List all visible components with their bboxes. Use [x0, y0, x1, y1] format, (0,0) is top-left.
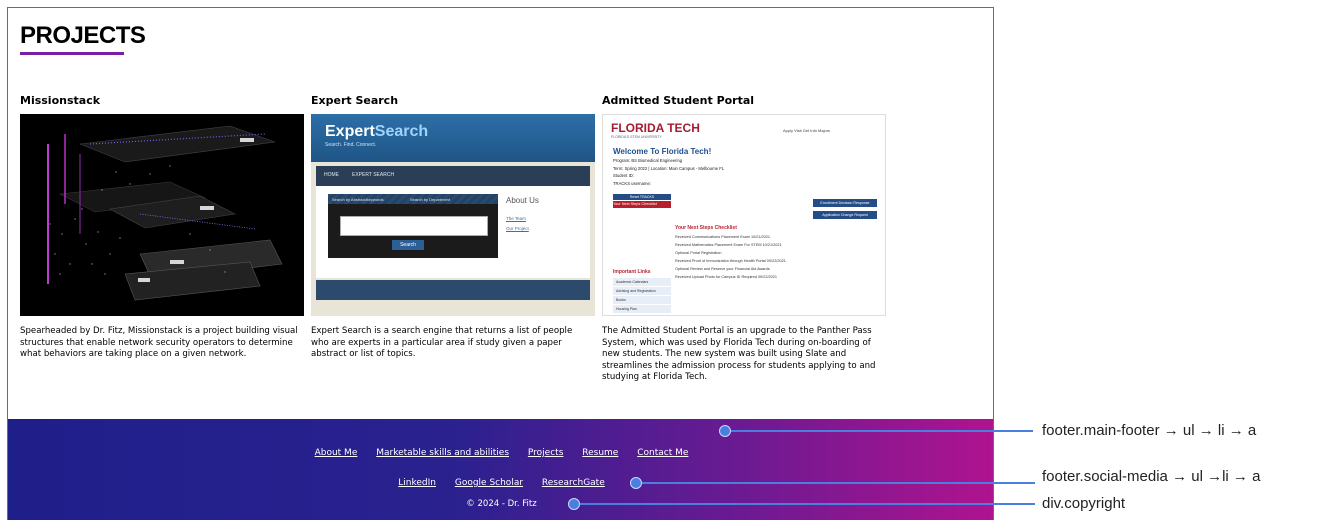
social-nav-item: ResearchGate — [542, 478, 605, 488]
missionstack-visualization — [20, 114, 304, 316]
search-button: Search — [392, 240, 424, 250]
annotation-main-footer: footer.main-footer → ul → li → a — [1042, 422, 1257, 439]
social-nav-item: Google Scholar — [455, 478, 523, 488]
search-box: Search by Abstract/keywords Search by De… — [328, 194, 498, 258]
project-link: Our Project — [506, 226, 529, 231]
resume-link[interactable]: Resume — [582, 448, 618, 458]
checklist-row: Received Proof of Immunization through H… — [675, 259, 786, 263]
projects-link[interactable]: Projects — [528, 448, 563, 458]
footer-nav-item: Contact Me — [637, 448, 688, 458]
researchgate-link[interactable]: ResearchGate — [542, 478, 605, 488]
annotation-copyright: div.copyright — [1042, 495, 1126, 512]
annotation-dot-copyright — [568, 498, 580, 510]
footer-nav-item: Marketable skills and abilities — [376, 448, 509, 458]
info-student-id: Student ID: — [613, 173, 634, 178]
annotation-social-media: footer.social-media → ul →li → a — [1042, 468, 1261, 485]
page-title: PROJECTS — [20, 22, 146, 49]
expert-search-header: ExpertSearch Search. Find. Connect. — [311, 114, 595, 162]
checklist-row: Optional Portal Registration — [675, 251, 722, 255]
main-footer-nav: About Me Marketable skills and abilities… — [8, 448, 993, 458]
portal-nav: Apply Visit Get Info Majors — [783, 128, 831, 133]
annotation-dot-social-media — [630, 477, 642, 489]
checklist-row: Optional Review and Reserve your Financi… — [675, 267, 770, 271]
reset-tracks-button: Reset TRACKS — [613, 194, 671, 200]
logo-part-2: Search — [374, 123, 429, 140]
project-title: Missionstack — [20, 94, 101, 107]
important-links-title: Important Links — [613, 269, 651, 275]
portal-welcome: Welcome To Florida Tech! — [613, 147, 712, 156]
social-nav-item: LinkedIn — [398, 478, 436, 488]
info-program: Program: BS Biomedical Engineering — [613, 158, 683, 163]
next-steps-tab: Your Next Steps Checklist — [613, 201, 671, 208]
annotation-line-main-footer — [731, 430, 1033, 432]
nav-home: HOME — [324, 172, 339, 178]
nav-expert-search: EXPERT SEARCH — [352, 172, 395, 178]
florida-tech-subtitle: FLORIDA'S STEM UNIVERSITY — [611, 135, 662, 139]
project-description: Spearheaded by Dr. Fitz, Missionstack is… — [20, 326, 298, 359]
footer-nav-item: Resume — [582, 448, 618, 458]
google-scholar-link[interactable]: Google Scholar — [455, 478, 523, 488]
expert-search-footer — [316, 280, 590, 300]
footer-nav-item: Projects — [528, 448, 563, 458]
contact-me-link[interactable]: Contact Me — [637, 448, 688, 458]
tab-abstract: Search by Abstract/keywords — [332, 197, 384, 202]
linkedin-link[interactable]: LinkedIn — [398, 478, 436, 488]
project-card-missionstack: Missionstack Spearheaded by Dr. Fitz, Mi… — [20, 94, 304, 361]
checklist-row: Received Communications Placement Exam 1… — [675, 235, 770, 239]
about-us-heading: About Us — [506, 196, 539, 205]
info-tracks: TRACKS username: — [613, 180, 651, 186]
portal-link: Housing Plan — [613, 305, 671, 313]
project-description: Expert Search is a search engine that re… — [311, 326, 573, 359]
logo-part-1: Expert — [325, 123, 375, 140]
about-me-link[interactable]: About Me — [315, 448, 358, 458]
portal-info: Program: BS Biomedical Engineering Term:… — [613, 157, 724, 187]
expert-search-tagline: Search. Find. Connect. — [325, 142, 377, 148]
page-frame: PROJECTS Missionstack Spearheaded by Dr.… — [7, 7, 994, 520]
search-tabs: Search by Abstract/keywords Search by De… — [328, 194, 498, 204]
annotation-line-social-media — [642, 482, 1035, 484]
application-change-button: Application Change Request — [813, 211, 877, 219]
search-field — [340, 216, 488, 236]
project-card-expert-search: Expert Search ExpertSearch Search. Find.… — [311, 94, 595, 361]
florida-tech-logo: FLORIDA TECH — [611, 121, 700, 135]
team-link: The Team — [506, 216, 526, 221]
enrollment-decision-button: Enrollment Decision Response — [813, 199, 877, 207]
expert-search-nav: HOME EXPERT SEARCH — [316, 166, 590, 186]
student-portal-screenshot: FLORIDA TECH FLORIDA'S STEM UNIVERSITY A… — [602, 114, 886, 316]
expert-search-screenshot: ExpertSearch Search. Find. Connect. HOME… — [311, 114, 595, 316]
portal-link: Academic Calendars — [613, 278, 671, 286]
footer-nav-item: About Me — [315, 448, 358, 458]
project-card-admitted-student-portal: Admitted Student Portal FLORIDA TECH FLO… — [602, 94, 886, 384]
expert-search-body: Search by Abstract/keywords Search by De… — [316, 186, 590, 278]
project-title: Expert Search — [311, 94, 399, 107]
skills-link[interactable]: Marketable skills and abilities — [376, 448, 509, 458]
checklist-title: Your Next Steps Checklist — [675, 225, 737, 231]
checklist-row: Received Upload Photo for Campus ID Requ… — [675, 275, 777, 279]
checklist-row: Received Mathematics Placement Exam For … — [675, 243, 782, 247]
info-term: Term: Spring 2022 | Location: Main Campu… — [613, 165, 725, 171]
missionstack-screenshot — [20, 114, 304, 316]
annotation-dot-main-footer — [719, 425, 731, 437]
expert-search-logo: ExpertSearch — [325, 123, 428, 141]
project-title: Admitted Student Portal — [602, 94, 755, 107]
project-description: The Admitted Student Portal is an upgrad… — [602, 326, 876, 382]
title-underline — [20, 52, 124, 55]
portal-link: Advising and Registration — [613, 287, 671, 295]
tab-department: Search by Department — [410, 197, 451, 202]
annotation-line-copyright — [580, 503, 1035, 505]
portal-link: Books — [613, 296, 671, 304]
